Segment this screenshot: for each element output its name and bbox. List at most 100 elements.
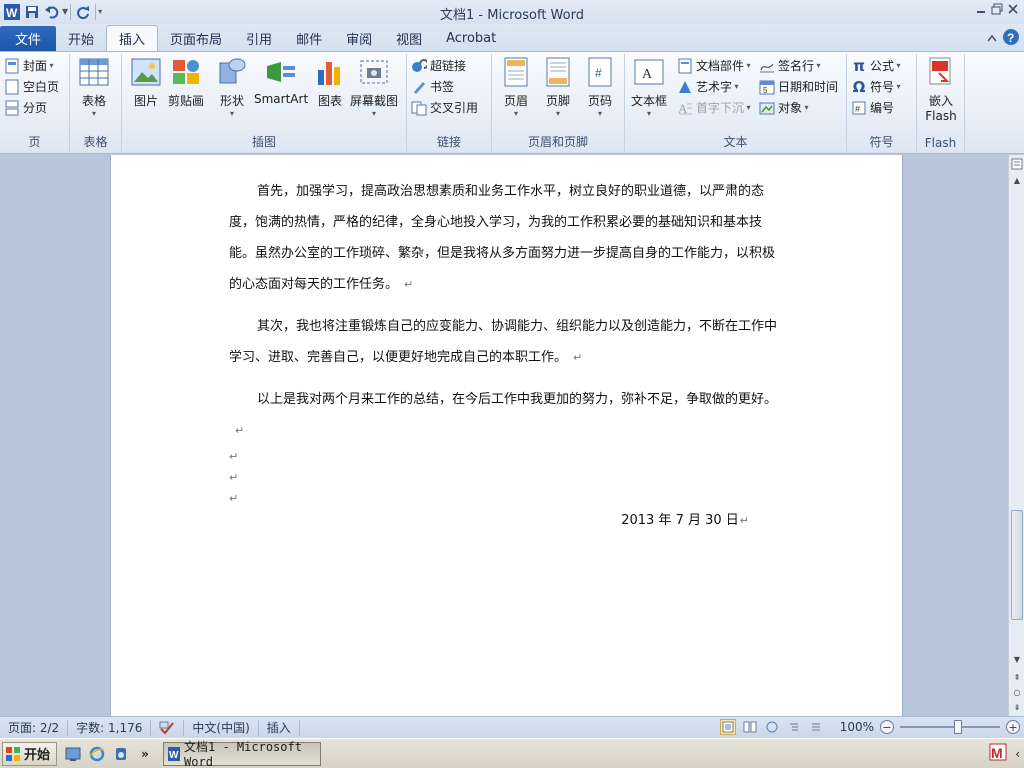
blank-page-icon <box>4 79 20 95</box>
help-icon[interactable]: ? <box>1002 28 1020 49</box>
hyperlink-button[interactable]: 超链接 <box>407 55 491 76</box>
language-status[interactable]: 中文(中国) <box>184 719 259 736</box>
svg-text:W: W <box>169 750 179 761</box>
symbol-button[interactable]: Ω 符号 ▾ <box>847 76 916 97</box>
embed-flash-button[interactable]: 嵌入 Flash <box>925 56 957 123</box>
page-number-button[interactable]: # 页码 ▾ <box>584 56 616 119</box>
zoom-out-icon[interactable]: − <box>880 720 894 734</box>
empty-paragraph-mark-icon[interactable]: ↵ <box>229 492 238 505</box>
page-break-button[interactable]: 分页 <box>0 97 69 118</box>
empty-paragraph-mark-icon[interactable]: ↵ <box>229 471 238 484</box>
cover-page-button[interactable]: 封面 ▾ <box>0 55 69 76</box>
bookmark-button[interactable]: 书签 <box>407 76 491 97</box>
zoom-slider-knob[interactable] <box>954 720 962 734</box>
insert-mode-status[interactable]: 插入 <box>259 719 300 736</box>
select-browse-object-icon[interactable]: ○ <box>1009 685 1024 699</box>
draft-view-icon[interactable] <box>808 719 824 735</box>
tab-references[interactable]: 引用 <box>234 26 284 51</box>
scroll-up-icon[interactable]: ▲ <box>1009 173 1024 187</box>
tab-page-layout[interactable]: 页面布局 <box>158 26 234 51</box>
paragraph-1[interactable]: 首先，加强学习，提高政治思想素质和业务工作水平，树立良好的职业道德，以严肃的态度… <box>229 176 785 300</box>
zoom-in-icon[interactable]: + <box>1006 720 1020 734</box>
customize-qat-icon[interactable]: ▾ <box>98 7 102 17</box>
tab-acrobat[interactable]: Acrobat <box>434 26 508 51</box>
start-button[interactable]: 开始 <box>2 741 58 766</box>
tab-mailings[interactable]: 邮件 <box>284 26 334 51</box>
print-layout-view-icon[interactable] <box>719 719 736 735</box>
vertical-scrollbar[interactable]: ▲ ▼ ⇞ ○ ⇟ <box>1008 155 1024 716</box>
tab-home[interactable]: 开始 <box>56 26 106 51</box>
outline-view-icon[interactable] <box>786 719 802 735</box>
drop-cap-button[interactable]: A 首字下沉 ▾ <box>673 97 751 118</box>
qat-separator <box>70 4 72 20</box>
undo-dropdown-icon[interactable]: ▼ <box>62 7 68 17</box>
previous-page-icon[interactable]: ⇞ <box>1009 670 1024 684</box>
date-time-button[interactable]: 5 日期和时间 <box>755 76 838 97</box>
text-box-button[interactable]: A 文本框 ▾ <box>631 56 667 119</box>
quick-parts-button[interactable]: 文档部件 ▾ <box>673 55 751 76</box>
zoom-slider[interactable] <box>900 719 1000 735</box>
tray-app-icon[interactable]: M <box>989 743 1007 764</box>
signature-line-button[interactable]: 签名行 ▾ <box>755 55 838 76</box>
smartart-button[interactable]: SmartArt <box>254 56 308 106</box>
header-icon <box>500 56 532 88</box>
paragraph-3[interactable]: 以上是我对两个月来工作的总结，在今后工作中我更加的努力，弥补不足，争取做的更好。… <box>229 384 785 446</box>
word-count-status[interactable]: 字数: 1,176 <box>68 719 152 736</box>
more-quick-launch-icon[interactable]: » <box>135 744 155 764</box>
tab-view[interactable]: 视图 <box>384 26 434 51</box>
scroll-down-icon[interactable]: ▼ <box>1009 652 1024 666</box>
wordart-button[interactable]: 艺术字 ▾ <box>673 76 751 97</box>
proofing-icon[interactable] <box>151 719 185 736</box>
empty-paragraph-mark-icon[interactable]: ↵ <box>229 450 238 463</box>
header-button[interactable]: 页眉 ▾ <box>500 56 532 119</box>
table-button[interactable]: 表格 ▾ <box>78 56 110 119</box>
picture-button[interactable]: 图片 <box>130 56 162 109</box>
taskbar-word-window[interactable]: W 文档1 - Microsoft Word <box>163 740 322 768</box>
window-title: 文档1 - Microsoft Word <box>440 8 584 23</box>
next-page-icon[interactable]: ⇟ <box>1009 700 1024 714</box>
object-button[interactable]: 对象 ▾ <box>755 97 838 118</box>
clipart-button[interactable]: 剪贴画 <box>168 56 204 109</box>
paragraph-mark-icon: ↵ <box>404 278 414 291</box>
tab-file[interactable]: 文件 <box>0 26 56 51</box>
paragraph-2[interactable]: 其次，我也将注重锻炼自己的应变能力、协调能力、组织能力以及创造能力，不断在工作中… <box>229 311 785 373</box>
group-pages: 封面 ▾ 空白页 分页 页 <box>0 54 70 152</box>
show-desktop-icon[interactable] <box>63 744 83 764</box>
shapes-button[interactable]: 形状 ▾ <box>216 56 248 119</box>
tab-insert[interactable]: 插入 <box>106 25 159 51</box>
web-layout-view-icon[interactable] <box>764 719 780 735</box>
taskbar: 开始 » W 文档1 - Microsoft Word M ‹ <box>0 738 1024 768</box>
chart-label: 图表 <box>317 94 342 108</box>
ruler-toggle-icon[interactable] <box>1009 157 1024 171</box>
save-icon[interactable] <box>22 2 42 22</box>
screenshot-button[interactable]: 屏幕截图 ▾ <box>350 56 398 119</box>
undo-icon[interactable] <box>42 2 62 22</box>
restore-icon[interactable] <box>990 2 1004 16</box>
flash-icon <box>925 56 957 88</box>
footer-button[interactable]: 页脚 ▾ <box>542 56 574 119</box>
equation-button[interactable]: π 公式 ▾ <box>847 55 916 76</box>
cross-reference-button[interactable]: 交叉引用 <box>407 97 491 118</box>
minimize-icon[interactable] <box>974 2 988 16</box>
page-count-status[interactable]: 页面: 2/2 <box>0 719 69 736</box>
media-player-icon[interactable] <box>111 744 131 764</box>
redo-icon[interactable] <box>73 2 93 22</box>
tab-review[interactable]: 审阅 <box>334 26 384 51</box>
close-icon[interactable] <box>1006 2 1020 16</box>
date-line[interactable]: 2013 年 7 月 30 日↵ <box>229 505 749 536</box>
svg-text:M: M <box>991 745 1003 761</box>
document-page[interactable]: 首先，加强学习，提高政治思想素质和业务工作水平，树立良好的职业道德，以严肃的态度… <box>110 155 903 716</box>
group-text: A 文本框 ▾ 文档部件 ▾ 艺术字 ▾ A 首字下沉 ▾ 签名行 ▾ 5 日期… <box>625 54 847 152</box>
word-app-icon[interactable]: W <box>2 2 22 22</box>
group-links: 超链接 书签 交叉引用 链接 <box>407 54 492 152</box>
minimize-ribbon-icon[interactable] <box>986 32 998 46</box>
numbering-button[interactable]: # 编号 <box>847 97 916 118</box>
scroll-thumb[interactable] <box>1011 510 1023 620</box>
full-screen-reading-view-icon[interactable] <box>742 719 758 735</box>
system-tray: M ‹ <box>989 743 1020 764</box>
internet-explorer-icon[interactable] <box>87 744 107 764</box>
chart-button[interactable]: 图表 <box>314 56 346 109</box>
zoom-level[interactable]: 100% <box>840 720 874 734</box>
blank-page-button[interactable]: 空白页 <box>0 76 69 97</box>
tray-expand-icon[interactable]: ‹ <box>1015 747 1020 761</box>
